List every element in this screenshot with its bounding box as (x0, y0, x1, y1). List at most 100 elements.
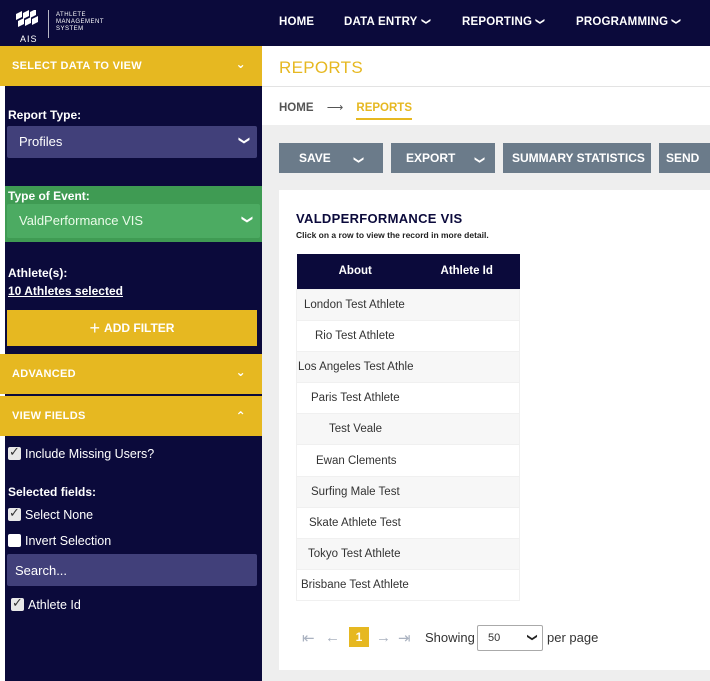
summary-statistics-button[interactable]: SUMMARY STATISTICS (503, 143, 651, 173)
row-about-cell: Tokyo Test Athlete (296, 537, 520, 571)
chevron-down-icon: ❯ (473, 155, 485, 165)
logo-line-3: SYSTEM (56, 26, 84, 32)
invert-selection-label: Invert Selection (25, 534, 112, 548)
next-page-icon[interactable]: → (376, 629, 391, 646)
logo-wordmark: ATHLETE MANAGEMENT SYSTEM (56, 12, 104, 33)
checkbox-checked-icon (8, 505, 21, 521)
table-row[interactable]: Ewan Clements (296, 444, 520, 477)
nav-data-entry[interactable]: DATA ENTRY ❯ (344, 16, 431, 28)
table-row[interactable]: Brisbane Test Athlete (296, 569, 520, 602)
add-filter-button[interactable]: + ADD FILTER (7, 310, 257, 346)
select-data-header[interactable]: SELECT DATA TO VIEW ⌄ (0, 46, 262, 86)
field-athlete-id-checkbox[interactable]: Athlete Id (11, 595, 81, 612)
field-search-input[interactable] (7, 554, 257, 586)
nav-home-label: HOME (279, 16, 315, 28)
athletes-selected-link[interactable]: 10 Athletes selected (8, 284, 123, 298)
summary-statistics-label: SUMMARY STATISTICS (512, 151, 645, 165)
row-about-cell: Brisbane Test Athlete (296, 569, 520, 602)
nav-reporting[interactable]: REPORTING ❯ (462, 16, 546, 28)
per-page-label: per page (547, 630, 599, 645)
column-header-athlete-id[interactable]: Athlete Id (413, 254, 520, 289)
export-button[interactable]: EXPORT ❯ (391, 143, 495, 173)
table-row[interactable]: Tokyo Test Athlete (296, 537, 520, 571)
row-about-cell: Los Angeles Test Athle (296, 350, 520, 384)
previous-page-icon[interactable]: ← (325, 629, 340, 646)
table-row[interactable]: London Test Athlete (296, 288, 520, 321)
view-fields-header-label: VIEW FIELDS (12, 410, 86, 422)
nav-programming[interactable]: PROGRAMMING ❯ (576, 16, 682, 28)
page-number-current[interactable]: 1 (349, 627, 369, 647)
table-row[interactable]: Test Veale (296, 413, 520, 446)
row-about-cell: Test Veale (296, 413, 520, 446)
breadcrumb-home[interactable]: HOME (279, 102, 314, 114)
logo-line-1: ATHLETE (56, 12, 87, 18)
row-about-cell: Paris Test Athlete (296, 382, 520, 415)
report-type-select[interactable]: Profiles ❯ (7, 126, 257, 158)
event-type-select[interactable]: ValdPerformance VIS ❯ (7, 204, 260, 238)
table-row[interactable]: Skate Athlete Test (296, 506, 520, 540)
event-type-value: ValdPerformance VIS (19, 213, 144, 228)
advanced-header-label: ADVANCED (12, 368, 76, 380)
row-about-cell: London Test Athlete (296, 288, 520, 321)
panel-title: VALDPERFORMANCE VIS (296, 211, 463, 226)
row-about-cell: Surfing Male Test (296, 475, 520, 508)
row-about-cell: Ewan Clements (296, 444, 520, 477)
column-header-about[interactable]: About (296, 254, 414, 289)
chevron-up-icon: ⌃ (235, 409, 246, 423)
export-label: EXPORT (406, 151, 456, 165)
invert-selection-checkbox[interactable]: Invert Selection (8, 534, 111, 548)
view-fields-header[interactable]: VIEW FIELDS ⌃ (0, 396, 262, 436)
select-none-label: Select None (25, 508, 94, 522)
send-button[interactable]: SEND (659, 143, 710, 173)
event-type-label: Type of Event: (8, 189, 90, 203)
send-label: SEND (666, 151, 700, 165)
table-row[interactable]: Paris Test Athlete (296, 382, 520, 415)
save-button[interactable]: SAVE ❯ (279, 143, 383, 173)
chevron-down-icon: ❯ (535, 17, 546, 26)
checkbox-checked-icon (8, 444, 21, 460)
per-page-value: 50 (488, 632, 501, 644)
panel-subtitle: Click on a row to view the record in mor… (296, 230, 489, 240)
table-row[interactable]: Rio Test Athlete (296, 319, 520, 352)
report-table: About Athlete Id London Test Athlete Rio… (296, 254, 520, 602)
include-missing-checkbox[interactable]: Include Missing Users? (8, 444, 155, 461)
include-missing-label: Include Missing Users? (25, 447, 155, 461)
add-filter-label: ADD FILTER (104, 321, 175, 335)
nav-data-entry-label: DATA ENTRY (344, 16, 418, 28)
select-none-checkbox[interactable]: Select None (8, 505, 94, 522)
chevron-down-icon: ❯ (671, 17, 682, 26)
sidebar: SELECT DATA TO VIEW ⌄ Report Type: Profi… (0, 46, 262, 681)
table-row[interactable]: Surfing Male Test (296, 475, 520, 508)
chevron-down-icon: ❯ (420, 17, 431, 26)
chevron-down-icon: ❯ (353, 155, 365, 165)
selected-fields-label: Selected fields: (8, 485, 97, 499)
per-page-select[interactable]: 50 ❯ (477, 625, 543, 651)
nav-home[interactable]: HOME (279, 16, 314, 28)
first-page-icon[interactable]: ⇤ (302, 629, 315, 647)
ais-logo[interactable]: AIS ATHLETE MANAGEMENT SYSTEM (8, 8, 118, 44)
title-divider (262, 86, 710, 87)
select-data-header-label: SELECT DATA TO VIEW (12, 60, 142, 72)
report-type-label: Report Type: (8, 108, 82, 122)
logo-ais-text: AIS (20, 34, 38, 44)
last-page-icon[interactable]: ⇥ (398, 629, 411, 647)
row-about-cell: Skate Athlete Test (296, 506, 520, 540)
table-header-row: About Athlete Id (296, 254, 520, 289)
logo-line-2: MANAGEMENT (56, 19, 105, 25)
field-search-box (7, 554, 257, 586)
top-nav: AIS ATHLETE MANAGEMENT SYSTEM HOME DATA … (0, 0, 710, 46)
advanced-header[interactable]: ADVANCED ⌄ (0, 354, 262, 394)
showing-label: Showing (425, 630, 475, 645)
athletes-label: Athlete(s): (8, 266, 68, 280)
chevron-down-icon: ⌄ (235, 57, 246, 71)
nav-reporting-label: REPORTING (462, 16, 533, 28)
checkbox-empty-icon (8, 534, 21, 547)
plus-icon: + (89, 318, 101, 338)
checkbox-checked-icon (11, 595, 24, 611)
table-row[interactable]: Los Angeles Test Athle (296, 350, 520, 384)
chevron-down-icon: ❯ (240, 214, 253, 225)
chevron-down-icon: ❯ (526, 633, 538, 642)
chevron-down-icon: ❯ (237, 135, 250, 146)
nav-programming-label: PROGRAMMING (576, 16, 669, 28)
event-type-block: Type of Event: ValdPerformance VIS ❯ (5, 186, 262, 242)
